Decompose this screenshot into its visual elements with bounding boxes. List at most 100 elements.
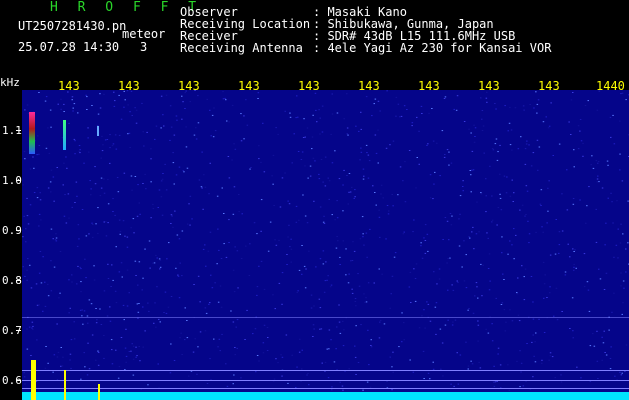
- noise-speck: [92, 236, 94, 238]
- noise-speck: [36, 339, 38, 341]
- noise-speck: [589, 345, 592, 347]
- noise-speck: [401, 341, 403, 343]
- noise-speck: [383, 323, 386, 325]
- noise-speck: [31, 327, 33, 329]
- noise-speck: [455, 109, 458, 111]
- noise-speck: [221, 187, 223, 189]
- noise-speck: [436, 142, 438, 144]
- noise-speck: [116, 177, 119, 178]
- noise-speck: [320, 159, 323, 160]
- noise-speck: [489, 165, 491, 167]
- noise-speck: [225, 363, 227, 365]
- noise-speck: [287, 382, 289, 384]
- noise-speck: [424, 252, 427, 254]
- noise-speck: [165, 94, 168, 96]
- noise-speck: [56, 356, 59, 358]
- noise-speck: [236, 319, 239, 321]
- noise-speck: [143, 145, 145, 147]
- noise-speck: [441, 130, 444, 132]
- noise-speck: [491, 323, 493, 325]
- noise-speck: [327, 275, 329, 277]
- noise-speck: [599, 278, 602, 280]
- noise-speck: [399, 166, 402, 168]
- noise-speck: [480, 263, 482, 265]
- noise-speck: [596, 178, 599, 180]
- frequency-tick-mark: [16, 330, 21, 331]
- noise-speck: [181, 230, 184, 232]
- noise-speck: [535, 91, 537, 93]
- noise-speck: [351, 292, 354, 294]
- noise-speck: [395, 96, 398, 98]
- noise-speck: [471, 169, 473, 171]
- noise-speck: [473, 141, 476, 143]
- noise-speck: [479, 367, 482, 369]
- noise-speck: [491, 340, 494, 342]
- frequency-tick-mark: [16, 180, 21, 181]
- noise-speck: [274, 239, 276, 241]
- noise-speck: [214, 282, 216, 284]
- noise-speck: [493, 385, 496, 387]
- noise-speck: [335, 247, 338, 249]
- noise-speck: [160, 180, 163, 182]
- noise-speck: [336, 326, 338, 328]
- noise-speck: [469, 237, 471, 239]
- noise-speck: [461, 266, 463, 268]
- noise-speck: [280, 354, 282, 356]
- noise-speck: [68, 312, 70, 314]
- noise-speck: [593, 345, 596, 347]
- noise-speck: [50, 126, 52, 128]
- noise-speck: [26, 279, 28, 281]
- noise-speck: [144, 173, 146, 175]
- noise-speck: [309, 175, 312, 177]
- noise-speck: [320, 328, 323, 330]
- noise-speck: [284, 172, 286, 174]
- noise-speck: [29, 168, 32, 170]
- noise-speck: [307, 177, 309, 179]
- noise-speck: [601, 187, 604, 189]
- noise-speck: [308, 250, 310, 252]
- noise-speck: [499, 364, 502, 366]
- noise-speck: [465, 287, 468, 289]
- noise-speck: [341, 385, 344, 387]
- noise-speck: [462, 186, 464, 187]
- noise-speck: [107, 179, 109, 181]
- noise-speck: [146, 131, 148, 133]
- noise-speck: [33, 167, 35, 169]
- noise-speck: [597, 378, 599, 379]
- noise-speck: [379, 321, 381, 323]
- noise-speck: [411, 125, 413, 127]
- noise-speck: [346, 175, 348, 176]
- noise-speck: [313, 328, 315, 330]
- noise-speck: [97, 113, 100, 115]
- noise-speck: [463, 240, 465, 242]
- noise-speck: [52, 176, 55, 178]
- noise-speck: [554, 253, 557, 255]
- noise-speck: [542, 261, 545, 263]
- noise-speck: [426, 301, 428, 303]
- noise-speck: [67, 91, 69, 93]
- noise-speck: [25, 241, 27, 243]
- noise-speck: [409, 359, 411, 361]
- noise-speck: [513, 228, 515, 230]
- noise-speck: [329, 286, 332, 288]
- noise-speck: [326, 279, 328, 281]
- noise-speck: [354, 356, 357, 358]
- noise-speck: [506, 176, 508, 178]
- noise-speck: [202, 248, 205, 250]
- noise-speck: [170, 214, 173, 216]
- noise-speck: [301, 273, 303, 275]
- noise-speck: [88, 151, 90, 153]
- noise-speck: [112, 143, 115, 145]
- noise-speck: [604, 244, 606, 246]
- noise-speck: [418, 327, 421, 329]
- noise-speck: [605, 272, 608, 274]
- noise-speck: [189, 224, 191, 226]
- noise-speck: [601, 336, 603, 338]
- noise-speck: [172, 162, 175, 164]
- noise-speck: [117, 191, 120, 193]
- noise-speck: [71, 99, 73, 101]
- noise-speck: [546, 222, 548, 224]
- noise-speck: [497, 347, 500, 349]
- noise-speck: [30, 355, 32, 356]
- noise-speck: [386, 205, 389, 206]
